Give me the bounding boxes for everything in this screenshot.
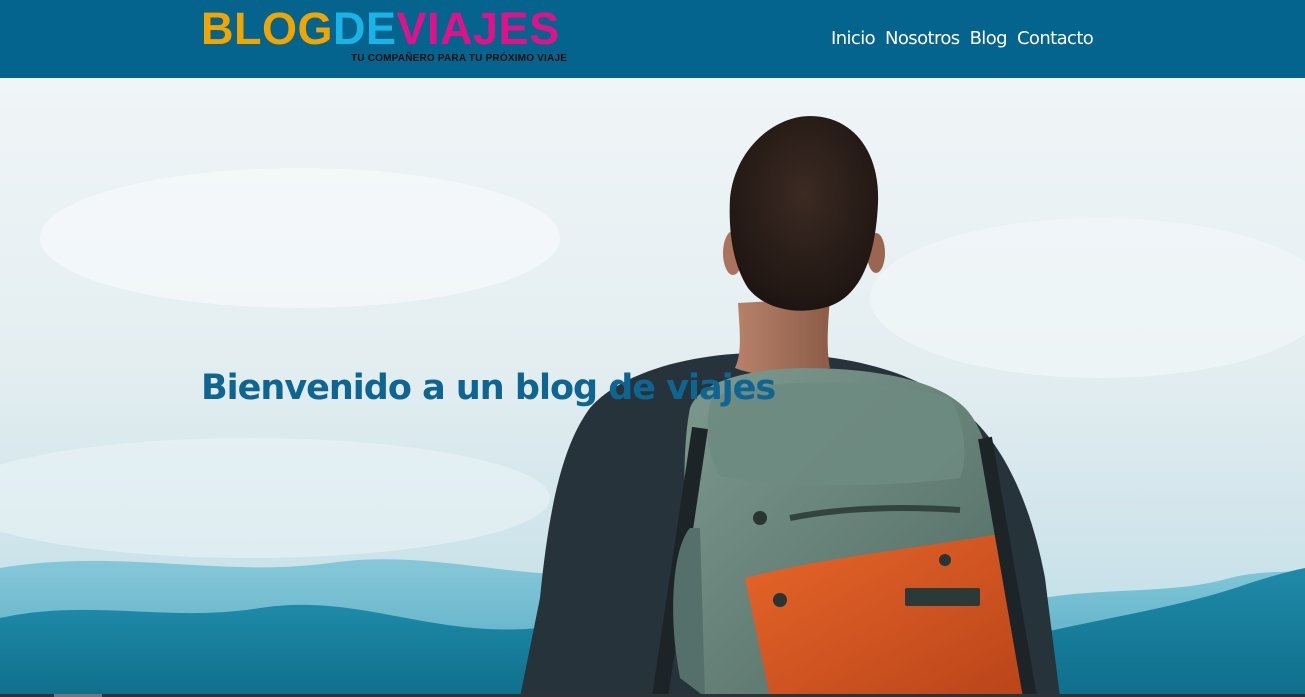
logo-tagline: TU COMPAÑERO PARA TU PRÓXIMO VIAJE (351, 53, 568, 64)
logo-part-viajes: VIAJES (396, 3, 560, 54)
logo-part-de: DE (333, 3, 397, 54)
nav-link-nosotros[interactable]: Nosotros (885, 25, 960, 53)
main-nav: Inicio Nosotros Blog Contacto (831, 24, 1094, 54)
hero-title: Bienvenido a un blog de viajes (201, 368, 776, 408)
nav-link-inicio[interactable]: Inicio (831, 25, 876, 53)
site-header: BLOGDEVIAJES TU COMPAÑERO PARA TU PRÓXIM… (0, 0, 1305, 78)
logo-wordmark: BLOGDEVIAJES (201, 4, 560, 54)
hero-section: Bienvenido a un blog de viajes (0, 78, 1305, 697)
nav-link-contacto[interactable]: Contacto (1017, 25, 1094, 53)
logo-part-blog: BLOG (201, 3, 333, 54)
site-logo[interactable]: BLOGDEVIAJES TU COMPAÑERO PARA TU PRÓXIM… (201, 4, 601, 68)
nav-link-blog[interactable]: Blog (970, 25, 1008, 53)
